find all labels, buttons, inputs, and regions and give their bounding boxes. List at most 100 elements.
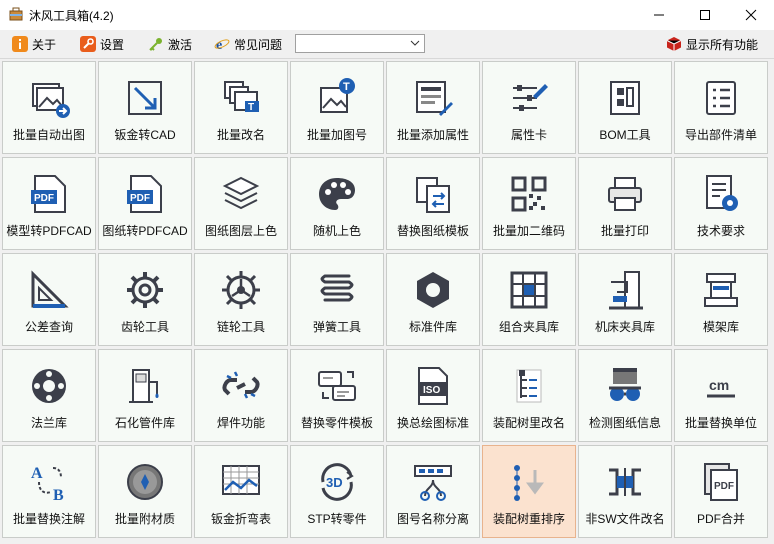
tool-tile-label: 弹簧工具 <box>312 320 361 334</box>
tool-tile[interactable]: 模架库 <box>674 253 768 346</box>
tool-tile-label: 非SW文件改名 <box>585 512 665 526</box>
tool-tile[interactable]: 非SW文件改名 <box>578 445 672 538</box>
tool-tile-label: 齿轮工具 <box>120 320 169 334</box>
tool-tile[interactable]: 图号名称分离 <box>386 445 480 538</box>
tool-tile[interactable]: PDF PDF合并 <box>674 445 768 538</box>
tool-tile[interactable]: 属性卡 <box>482 61 576 154</box>
properties-edit-icon <box>411 76 455 120</box>
svg-text:PDF: PDF <box>34 193 54 204</box>
card-swap-icon <box>315 364 359 408</box>
tool-tile-label: 图号名称分离 <box>396 512 469 526</box>
tool-tile[interactable]: 批量加二维码 <box>482 157 576 250</box>
tool-tile-label: 批量附材质 <box>114 512 175 526</box>
tool-tile-label: 装配树重排序 <box>492 512 565 526</box>
show-all-label: 显示所有功能 <box>686 37 759 52</box>
tool-tile-label: 批量改名 <box>216 128 265 142</box>
tool-tile-label: 图纸转PDFCAD <box>102 224 188 238</box>
sprocket-icon <box>219 268 263 312</box>
tool-tile[interactable]: 随机上色 <box>290 157 384 250</box>
tool-tile[interactable]: BOM工具 <box>578 61 672 154</box>
replace-template-icon <box>411 172 455 216</box>
tool-tile-label: 批量替换注解 <box>12 512 85 526</box>
activate-button[interactable]: 激活 <box>148 34 192 54</box>
tool-tile[interactable]: 机床夹具库 <box>578 253 672 346</box>
tool-tile[interactable]: 导出部件清单 <box>674 61 768 154</box>
tool-tile[interactable]: 替换图纸模板 <box>386 157 480 250</box>
image-export-icon <box>27 76 71 120</box>
rename-icon: T <box>219 76 263 120</box>
pipe-fitting-icon <box>123 364 167 408</box>
maximize-button[interactable] <box>682 0 728 30</box>
tool-tile[interactable]: 图纸图层上色 <box>194 157 288 250</box>
about-button[interactable]: 关于 <box>12 34 56 54</box>
faq-label: 常见问题 <box>234 37 283 52</box>
tool-tile[interactable]: 检测图纸信息 <box>578 349 672 442</box>
tool-tile[interactable]: 装配树里改名 <box>482 349 576 442</box>
toolbox-icon <box>9 7 23 21</box>
minimize-button[interactable] <box>636 0 682 30</box>
close-icon <box>745 9 757 21</box>
tool-tile-label: 钣金折弯表 <box>210 512 271 526</box>
tool-tile[interactable]: 链轮工具 <box>194 253 288 346</box>
activate-label: 激活 <box>168 37 193 52</box>
tool-tile[interactable]: ISO 换总绘图标准 <box>386 349 480 442</box>
function-search-dropdown[interactable] <box>295 34 425 53</box>
tool-tile[interactable]: 批量附材质 <box>98 445 192 538</box>
tool-tile-label: 随机上色 <box>312 224 361 238</box>
material-icon <box>123 460 167 504</box>
tool-tile-label: 检测图纸信息 <box>588 416 661 430</box>
tool-tile[interactable]: 组合夹具库 <box>482 253 576 346</box>
faq-button[interactable]: e 常见问题 <box>214 34 282 54</box>
tool-tile-label: 替换图纸模板 <box>396 224 469 238</box>
broken-link-icon <box>219 364 263 408</box>
tool-tile-label: 装配树里改名 <box>492 416 565 430</box>
key-icon <box>148 36 164 52</box>
settings-button[interactable]: 设置 <box>80 34 124 54</box>
tool-tile[interactable]: 批量打印 <box>578 157 672 250</box>
tool-tile-label: 图纸图层上色 <box>204 224 277 238</box>
tool-tile[interactable]: PDF 图纸转PDFCAD <box>98 157 192 250</box>
tool-tile-label: 法兰库 <box>30 416 67 430</box>
tool-tile-label: 批量替换单位 <box>684 416 757 430</box>
tool-tile[interactable]: 批量添加属性 <box>386 61 480 154</box>
tool-tile-label: 替换零件模板 <box>300 416 373 430</box>
tool-tile[interactable]: 技术要求 <box>674 157 768 250</box>
tool-tile[interactable]: 钣金折弯表 <box>194 445 288 538</box>
bend-table-icon <box>219 460 263 504</box>
tool-tile-label: 链轮工具 <box>216 320 265 334</box>
inspector-icon <box>603 364 647 408</box>
tool-tile-label: 批量打印 <box>600 224 649 238</box>
show-all-button[interactable]: 显示所有功能 <box>666 34 758 54</box>
tool-tile[interactable]: T 批量改名 <box>194 61 288 154</box>
tool-tile[interactable]: 3D STP转零件 <box>290 445 384 538</box>
tool-tile[interactable]: 石化管件库 <box>98 349 192 442</box>
pdf-file-icon: PDF <box>123 172 167 216</box>
tool-tile-label: 模型转PDFCAD <box>6 224 92 238</box>
tool-tile[interactable]: A B 批量替换注解 <box>2 445 96 538</box>
tool-tile[interactable]: 钣金转CAD <box>98 61 192 154</box>
tool-tile[interactable]: 替换零件模板 <box>290 349 384 442</box>
tool-tile[interactable]: 标准件库 <box>386 253 480 346</box>
tool-tile[interactable]: T 批量加图号 <box>290 61 384 154</box>
tool-tile[interactable]: 法兰库 <box>2 349 96 442</box>
a-to-b-icon: AB <box>27 460 71 504</box>
toolbar: 关于 设置 激活 e 常见问题 显示所有功能 <box>0 30 774 59</box>
tool-tile[interactable]: cm 批量替换单位 <box>674 349 768 442</box>
pdf-file-icon: PDF <box>27 172 71 216</box>
svg-text:B: B <box>53 487 64 504</box>
tool-tile[interactable]: 装配树重排序 <box>482 445 576 538</box>
close-button[interactable] <box>728 0 774 30</box>
window-title: 沐风工具箱(4.2) <box>29 9 114 23</box>
tool-tile-label: 机床夹具库 <box>594 320 655 334</box>
list-icon <box>699 76 743 120</box>
tool-tile[interactable]: 弹簧工具 <box>290 253 384 346</box>
tool-tile[interactable]: 公差查询 <box>2 253 96 346</box>
tool-tile-label: STP转零件 <box>307 512 367 526</box>
tool-tile[interactable]: 焊件功能 <box>194 349 288 442</box>
tool-tile[interactable]: PDF 模型转PDFCAD <box>2 157 96 250</box>
tool-tile[interactable]: 批量自动出图 <box>2 61 96 154</box>
hex-nut-icon <box>411 268 455 312</box>
svg-text:cm: cm <box>709 377 729 393</box>
gear-icon <box>123 268 167 312</box>
tool-tile[interactable]: 齿轮工具 <box>98 253 192 346</box>
